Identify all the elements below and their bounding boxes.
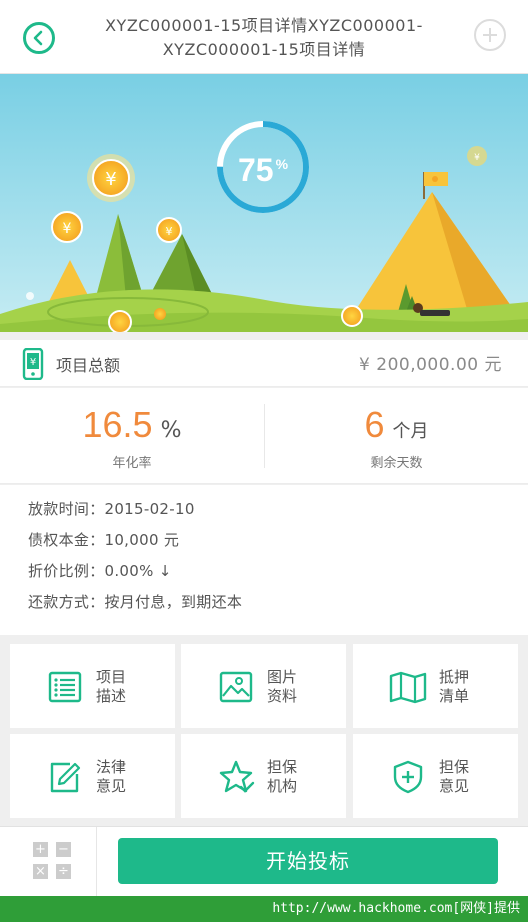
calculator-icon-plus: + <box>33 842 48 857</box>
svg-text:¥: ¥ <box>474 153 480 163</box>
map-icon <box>389 671 427 704</box>
grid-item-label: 图片资料 <box>267 668 298 705</box>
top-bar: XYZC000001-15项目详情XYZC000001-XYZC000001-1… <box>0 0 528 74</box>
progress-value: 75 <box>237 152 274 188</box>
svg-text:¥: ¥ <box>105 169 116 190</box>
progress-unit: % <box>275 156 289 172</box>
back-button[interactable] <box>23 22 55 54</box>
list-icon <box>48 671 82 703</box>
remaining-days-label: 剩余天数 <box>370 456 423 471</box>
discount-ratio: 折价比例：0.00% ↓ <box>28 562 172 580</box>
bottom-bar: + − × ÷ 开始投标 <box>0 826 528 897</box>
stats-panel: 16.5% 年化率 6 个月 剩余天数 <box>0 388 528 484</box>
grid-item-collateral-list[interactable]: 抵押清单 <box>353 644 518 728</box>
watermark: http://www.hackhome.com[网侠]提供 <box>0 896 528 922</box>
annual-rate-unit: % <box>160 418 182 443</box>
start-invest-button[interactable]: 开始投标 <box>118 838 498 884</box>
grid-item-guarantor[interactable]: 担保机构 <box>181 734 346 818</box>
project-amount-row: ¥ 项目总额 ¥ 200,000.00 元 <box>0 340 528 387</box>
grid-item-label: 法律意见 <box>96 758 127 795</box>
remaining-days-unit: 个月 <box>392 421 429 442</box>
chevron-left-icon <box>33 30 43 46</box>
amount-label: 项目总额 <box>56 356 121 375</box>
loan-details: 放款时间：2015-02-10 债权本金：10,000 元 折价比例：0.00%… <box>0 485 528 635</box>
loan-date: 放款时间：2015-02-10 <box>28 500 195 518</box>
mobile-money-icon: ¥ <box>22 348 44 380</box>
calculator-icon-times: × <box>33 864 48 879</box>
calculator-button[interactable]: + − × ÷ <box>0 827 97 897</box>
page-title: XYZC000001-15项目详情XYZC000001-XYZC000001-1… <box>105 16 423 59</box>
remaining-days-stat: 6 个月 剩余天数 <box>264 404 528 471</box>
grid-item-project-description[interactable]: 项目描述 <box>10 644 175 728</box>
remaining-days-value: 6 <box>364 404 385 445</box>
repayment-method: 还款方式：按月付息，到期还本 <box>28 593 243 611</box>
calculator-icon-divide: ÷ <box>56 864 71 879</box>
principal: 债权本金：10,000 元 <box>28 531 180 549</box>
project-banner: ¥ ¥ ¥ ¥ 75% <box>0 74 528 332</box>
annual-rate-value: 16.5 <box>82 404 153 445</box>
grid-item-pictures[interactable]: 图片资料 <box>181 644 346 728</box>
grid-item-guarantee-opinion[interactable]: 担保意见 <box>353 734 518 818</box>
svg-text:¥: ¥ <box>166 225 173 238</box>
grid-item-legal-opinion[interactable]: 法律意见 <box>10 734 175 818</box>
shield-plus-icon <box>393 760 423 794</box>
star-check-icon <box>219 760 255 793</box>
plus-icon <box>483 28 497 42</box>
grid-item-label: 担保意见 <box>439 758 470 795</box>
amount-value: ¥ 200,000.00 元 <box>359 355 502 375</box>
annual-rate-label: 年化率 <box>112 456 152 471</box>
grid-item-label: 担保机构 <box>267 758 298 795</box>
annual-rate-stat: 16.5% 年化率 <box>0 388 264 484</box>
picture-icon <box>219 671 253 703</box>
grid-item-label: 项目描述 <box>96 668 127 705</box>
progress-percent: 75% <box>214 152 312 189</box>
calculator-icon-minus: − <box>56 842 71 857</box>
info-grid: 项目描述 图片资料 抵押清单 法律意见 担保机构 担保意见 <box>0 636 528 824</box>
svg-text:¥: ¥ <box>30 357 36 368</box>
edit-icon <box>50 762 81 793</box>
svg-text:¥: ¥ <box>63 221 72 237</box>
add-button[interactable] <box>474 19 506 51</box>
grid-item-label: 抵押清单 <box>439 668 470 705</box>
